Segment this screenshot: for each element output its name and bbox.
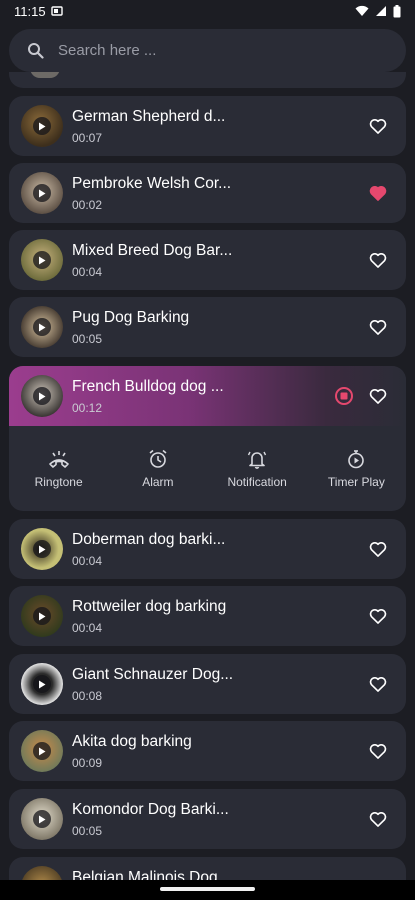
alarm-button[interactable]: Alarm: [113, 449, 203, 489]
list-item[interactable]: Mixed Breed Dog Bar... 00:04: [9, 230, 406, 290]
sound-title: Mixed Breed Dog Bar...: [72, 242, 233, 259]
dog-thumbnail: [21, 239, 63, 281]
play-icon[interactable]: [33, 810, 51, 828]
sound-title: Belgian Malinois Dog...: [72, 869, 231, 880]
heart-outline-icon[interactable]: [368, 250, 388, 270]
action-label: Ringtone: [34, 474, 83, 489]
play-icon[interactable]: [33, 251, 51, 269]
play-icon[interactable]: [33, 540, 51, 558]
play-icon[interactable]: [33, 184, 51, 202]
list-item[interactable]: Pug Dog Barking 00:05: [9, 297, 406, 357]
action-label: Alarm: [142, 474, 174, 489]
ringtone-button[interactable]: Ringtone: [14, 449, 104, 489]
list-item[interactable]: German Shepherd d... 00:07: [9, 96, 406, 156]
list-item[interactable]: Pembroke Welsh Cor... 00:02: [9, 163, 406, 223]
play-icon[interactable]: [33, 607, 51, 625]
sound-duration: 00:04: [72, 621, 103, 635]
dog-thumbnail: [21, 172, 63, 214]
dog-thumbnail: [21, 663, 63, 705]
heart-outline-icon[interactable]: [368, 386, 388, 406]
sound-title: French Bulldog dog ...: [72, 378, 224, 395]
list-item[interactable]: Belgian Malinois Dog...: [9, 857, 406, 880]
sound-duration: 00:07: [72, 131, 103, 145]
home-gesture-handle[interactable]: [160, 887, 255, 891]
heart-outline-icon[interactable]: [368, 317, 388, 337]
sound-duration: 00:05: [72, 824, 103, 838]
scrolled-item-edge: [0, 72, 415, 94]
notification-button[interactable]: Notification: [212, 449, 302, 489]
wifi-icon: [355, 5, 369, 16]
heart-outline-icon[interactable]: [368, 809, 388, 829]
timer-play-button[interactable]: Timer Play: [311, 449, 401, 489]
sound-duration: 00:09: [72, 756, 103, 770]
sound-title: Rottweiler dog barking: [72, 598, 227, 615]
list-item[interactable]: Giant Schnauzer Dog... 00:08: [9, 654, 406, 714]
search-input[interactable]: [56, 41, 360, 60]
heart-outline-icon[interactable]: [368, 674, 388, 694]
sound-title: Doberman dog barki...: [72, 531, 226, 548]
list-item-expanded[interactable]: French Bulldog dog ... 00:12 Ringtone Al…: [9, 366, 406, 511]
stop-icon[interactable]: [334, 386, 354, 406]
search-icon: [28, 43, 44, 59]
signal-icon: [376, 6, 386, 16]
stopwatch-play-icon: [348, 449, 365, 468]
dog-thumbnail: [21, 306, 63, 348]
play-icon[interactable]: [33, 387, 51, 405]
dog-thumbnail: [21, 105, 63, 147]
dog-thumbnail: [21, 528, 63, 570]
search-bar[interactable]: [9, 29, 406, 72]
sound-title: Akita dog barking: [72, 733, 192, 750]
dog-thumbnail: [21, 730, 63, 772]
phone-ringing-icon: [48, 450, 69, 468]
bell-ringing-icon: [247, 451, 267, 469]
action-label: Timer Play: [327, 474, 385, 489]
list-item[interactable]: Akita dog barking 00:09: [9, 721, 406, 781]
heart-outline-icon[interactable]: [368, 116, 388, 136]
heart-outline-icon[interactable]: [368, 606, 388, 626]
sound-duration: 00:04: [72, 265, 103, 279]
play-icon[interactable]: [33, 742, 51, 760]
play-icon[interactable]: [33, 318, 51, 336]
sound-title: German Shepherd d...: [72, 108, 226, 125]
sound-duration: 00:08: [72, 689, 103, 703]
sound-duration: 00:05: [72, 332, 103, 346]
play-icon[interactable]: [33, 675, 51, 693]
screenshot-notification-icon: [50, 6, 63, 16]
list-item[interactable]: Komondor Dog Barki... 00:05: [9, 789, 406, 849]
list-item[interactable]: Doberman dog barki... 00:04: [9, 519, 406, 579]
status-bar: 11:15: [0, 0, 415, 22]
now-playing-header[interactable]: French Bulldog dog ... 00:12: [9, 366, 406, 426]
sound-title: Giant Schnauzer Dog...: [72, 666, 234, 683]
heart-outline-icon[interactable]: [368, 741, 388, 761]
action-label: Notification: [227, 474, 287, 489]
sound-duration: 00:12: [72, 401, 103, 415]
heart-filled-icon[interactable]: [368, 183, 388, 203]
status-time: 11:15: [14, 3, 46, 19]
dog-thumbnail: [21, 595, 63, 637]
play-icon[interactable]: [33, 117, 51, 135]
sound-title: Komondor Dog Barki...: [72, 801, 229, 818]
sound-title: Pug Dog Barking: [72, 309, 190, 326]
dog-thumbnail: [21, 798, 63, 840]
battery-icon: [393, 4, 401, 17]
sound-duration: 00:02: [72, 198, 103, 212]
sound-title: Pembroke Welsh Cor...: [72, 175, 232, 192]
alarm-clock-icon: [149, 449, 167, 468]
action-row: Ringtone Alarm Notification Timer Play: [9, 426, 406, 511]
dog-thumbnail: [21, 375, 63, 417]
list-item[interactable]: Rottweiler dog barking 00:04: [9, 586, 406, 646]
sound-duration: 00:04: [72, 554, 103, 568]
heart-outline-icon[interactable]: [368, 539, 388, 559]
dog-thumbnail: [21, 866, 63, 880]
